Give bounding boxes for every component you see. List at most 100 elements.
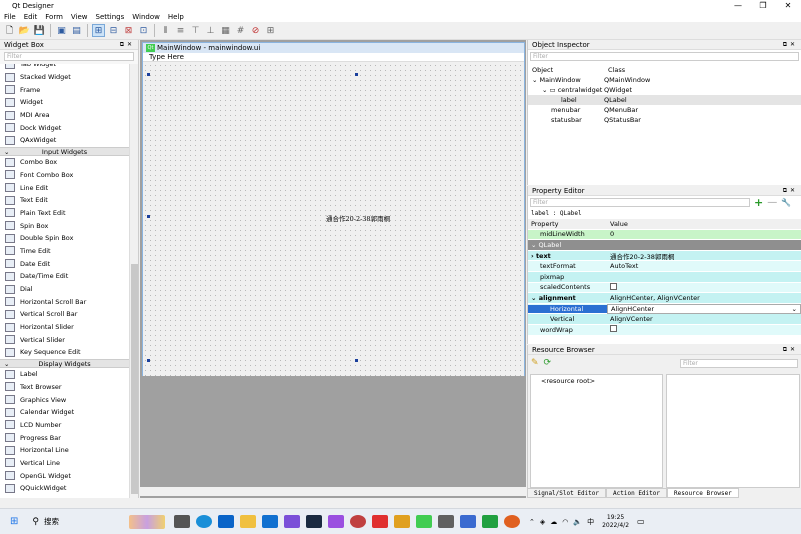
edit-widgets-icon[interactable]: ⊞ (92, 24, 105, 37)
widget-box-item[interactable]: Horizontal Slider (0, 321, 129, 334)
edge-browser-icon[interactable] (195, 515, 212, 528)
edit-signals-icon[interactable]: ⊟ (107, 24, 120, 37)
property-section-qlabel[interactable]: ⌄ QLabel (528, 240, 801, 251)
resource-root[interactable]: <resource root> (531, 375, 662, 385)
break-layout-icon[interactable]: ⊘ (249, 24, 262, 37)
wps-icon[interactable] (371, 515, 388, 528)
widget-box-item[interactable]: Calendar Widget (0, 406, 129, 419)
dock-float-close-icon[interactable]: ⧉✕ (783, 345, 798, 355)
widget-box-item[interactable]: Horizontal Line (0, 444, 129, 457)
menu-form[interactable]: Form (41, 13, 67, 21)
widget-box-item[interactable]: Vertical Line (0, 457, 129, 470)
menu-edit[interactable]: Edit (20, 13, 42, 21)
widget-box-item[interactable]: Progress Bar (0, 431, 129, 444)
app-icon[interactable] (393, 515, 410, 528)
menu-file[interactable]: File (0, 13, 20, 21)
object-inspector-filter-input[interactable]: Filter (530, 52, 799, 61)
qt-designer-taskbar-icon[interactable] (415, 515, 432, 528)
remove-property-icon[interactable]: — (767, 198, 777, 208)
widget-box-item[interactable]: Spin Box (0, 219, 129, 232)
resource-list[interactable] (666, 374, 800, 488)
widget-box-item[interactable]: Label (0, 368, 129, 381)
new-file-icon[interactable]: 🗋 (3, 24, 16, 37)
menu-view[interactable]: View (67, 13, 92, 21)
property-row[interactable]: Vertical AlignVCenter (528, 314, 801, 325)
notification-icon[interactable]: ▭ (637, 517, 645, 526)
form-menu-type-here[interactable]: Type Here (143, 53, 524, 62)
settings-icon[interactable] (437, 515, 454, 528)
app-icon[interactable] (503, 515, 520, 528)
app-icon[interactable] (459, 515, 476, 528)
tray-wifi-icon[interactable]: ◠ (562, 518, 568, 526)
tray-volume-icon[interactable]: 🔈 (573, 518, 582, 526)
save-icon[interactable]: 💾 (33, 24, 46, 37)
tree-row[interactable]: ⌄ MainWindow QMainWindow (528, 75, 801, 85)
widget-box-item[interactable]: Plain Text Edit (0, 207, 129, 220)
widget-box-item[interactable]: Date Edit (0, 257, 129, 270)
widget-box-item[interactable]: Vertical Scroll Bar (0, 308, 129, 321)
resource-filter-input[interactable]: Filter (680, 359, 798, 368)
layout-form-icon[interactable]: ▦ (219, 24, 232, 37)
widget-box-item[interactable]: LCD Number (0, 419, 129, 432)
mdi-horizontal-scrollbar[interactable] (140, 487, 526, 496)
widget-box-item[interactable]: QQuickWidget (0, 482, 129, 495)
property-row[interactable]: wordWrap (528, 324, 801, 336)
bring-to-front-icon[interactable]: ▤ (70, 24, 83, 37)
tree-row[interactable]: menubar QMenuBar (528, 105, 801, 115)
resize-handle[interactable] (355, 359, 358, 362)
widget-box-item[interactable]: OpenGL Widget (0, 469, 129, 482)
layout-grid-icon[interactable]: # (234, 24, 247, 37)
form-canvas[interactable]: 通合作20-2-38郭雨桐 (143, 63, 524, 376)
widget-box-item[interactable]: MDI Area (0, 109, 129, 122)
widget-box-item[interactable]: Widget (0, 96, 129, 109)
property-filter-input[interactable]: Filter (530, 198, 750, 207)
mail-icon[interactable] (261, 515, 278, 528)
resize-handle[interactable] (355, 73, 358, 76)
menu-window[interactable]: Window (128, 13, 164, 21)
dropdown-arrow-icon[interactable]: ⌄ (792, 305, 797, 313)
app-icon[interactable] (349, 515, 366, 528)
dock-float-close-icon[interactable]: ⧉✕ (783, 40, 798, 50)
resize-handle[interactable] (147, 73, 150, 76)
search-label[interactable]: 搜索 (44, 516, 59, 527)
widget-box-item[interactable]: Font Combo Box (0, 169, 129, 182)
send-to-back-icon[interactable]: ▣ (55, 24, 68, 37)
app-icon[interactable] (481, 515, 498, 528)
adjust-size-icon[interactable]: ⊞ (264, 24, 277, 37)
add-property-icon[interactable]: + (754, 197, 763, 208)
form-window[interactable]: Qt MainWindow - mainwindow.ui Type Here … (142, 42, 525, 376)
menu-settings[interactable]: Settings (92, 13, 129, 21)
layout-vertical-splitter-icon[interactable]: ⊥ (204, 24, 217, 37)
tray-app-icon[interactable]: ◈ (540, 518, 545, 526)
layout-horizontal-splitter-icon[interactable]: ⊤ (189, 24, 202, 37)
task-view-icon[interactable] (173, 515, 190, 528)
search-icon[interactable]: ⚲ (32, 517, 39, 527)
layout-horizontal-icon[interactable]: ⫴ (159, 24, 172, 37)
tray-cloud-icon[interactable]: ☁ (550, 518, 557, 526)
dock-float-close-icon[interactable]: ⧉✕ (120, 40, 135, 50)
resize-handle[interactable] (147, 359, 150, 362)
widget-box-item[interactable]: Key Sequence Edit (0, 346, 129, 359)
resource-tree[interactable]: <resource root> (530, 374, 663, 488)
category-display-widgets[interactable]: ⌄ Display Widgets (0, 358, 129, 368)
tray-chevron-icon[interactable]: ⌃ (529, 518, 535, 526)
resize-handle[interactable] (147, 215, 150, 218)
windows-start-icon[interactable]: ⊞ (10, 516, 18, 527)
reload-icon[interactable]: ⟳ (544, 358, 552, 368)
property-row[interactable]: midLineWidth 0 (528, 229, 801, 241)
tree-row[interactable]: statusbar QStatusBar (528, 115, 801, 125)
maximize-icon[interactable]: ❐ (751, 0, 775, 11)
edit-resources-icon[interactable]: ✎ (531, 358, 539, 368)
widget-box-item[interactable]: Line Edit (0, 181, 129, 194)
form-label[interactable]: 通合作20-2-38郭雨桐 (326, 213, 390, 223)
app-icon[interactable] (283, 515, 300, 528)
scaled-contents-checkbox[interactable] (610, 282, 617, 290)
file-explorer-icon[interactable] (239, 515, 256, 528)
category-input-widgets[interactable]: ⌄ Input Widgets (0, 146, 129, 156)
widget-box-item[interactable]: QAxWidget (0, 134, 129, 147)
widget-box-filter-input[interactable]: Filter (4, 52, 134, 61)
property-row[interactable]: textFormat AutoText (528, 261, 801, 272)
search-highlight-image[interactable] (128, 514, 165, 529)
minimize-icon[interactable]: — (726, 0, 750, 11)
tab-resource-browser[interactable]: Resource Browser (667, 488, 739, 498)
